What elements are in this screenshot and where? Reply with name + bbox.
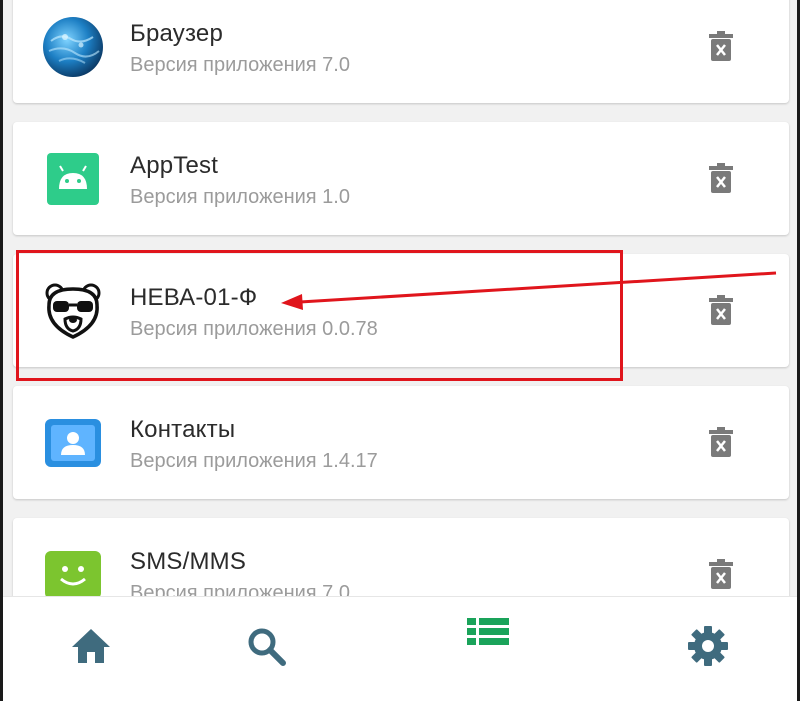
app-version: Версия приложения 1.0 <box>130 186 350 208</box>
contacts-icon <box>45 419 101 467</box>
app-name: SMS/MMS <box>130 548 247 575</box>
android-icon <box>47 153 99 205</box>
app-name: Браузер <box>130 20 224 47</box>
gear-icon[interactable] <box>687 625 729 667</box>
app-version: Версия приложения 7.0 <box>130 582 350 596</box>
trash-icon[interactable] <box>709 559 733 589</box>
trash-icon[interactable] <box>709 295 733 325</box>
app-card-browser[interactable]: Браузер Версия приложения 7.0 <box>13 0 789 103</box>
trash-icon[interactable] <box>709 163 733 193</box>
app-card-apptest[interactable]: AppTest Версия приложения 1.0 <box>13 122 789 235</box>
list-icon[interactable] <box>467 616 509 648</box>
app-name: AppTest <box>130 152 219 179</box>
app-card-contacts[interactable]: Контакты Версия приложения 1.4.17 <box>13 386 789 499</box>
app-name: Контакты <box>130 416 236 443</box>
search-icon[interactable] <box>247 627 287 667</box>
browser-globe-icon <box>43 17 103 77</box>
app-version: Версия приложения 1.4.17 <box>130 450 378 472</box>
trash-icon[interactable] <box>709 31 733 61</box>
app-card-neva[interactable]: НЕВА-01-Ф Версия приложения 0.0.78 <box>13 254 789 367</box>
app-version: Версия приложения 0.0.78 <box>130 318 378 340</box>
app-list[interactable]: Браузер Версия приложения 7.0 AppTest Ве… <box>3 0 797 596</box>
trash-icon[interactable] <box>709 427 733 457</box>
sms-smile-icon <box>45 551 101 596</box>
app-name: НЕВА-01-Ф <box>130 284 258 311</box>
bear-glasses-icon <box>45 283 101 339</box>
app-version: Версия приложения 7.0 <box>130 54 350 76</box>
app-card-sms[interactable]: SMS/MMS Версия приложения 7.0 <box>13 518 789 596</box>
home-icon[interactable] <box>70 627 112 665</box>
bottom-navigation <box>3 596 797 701</box>
